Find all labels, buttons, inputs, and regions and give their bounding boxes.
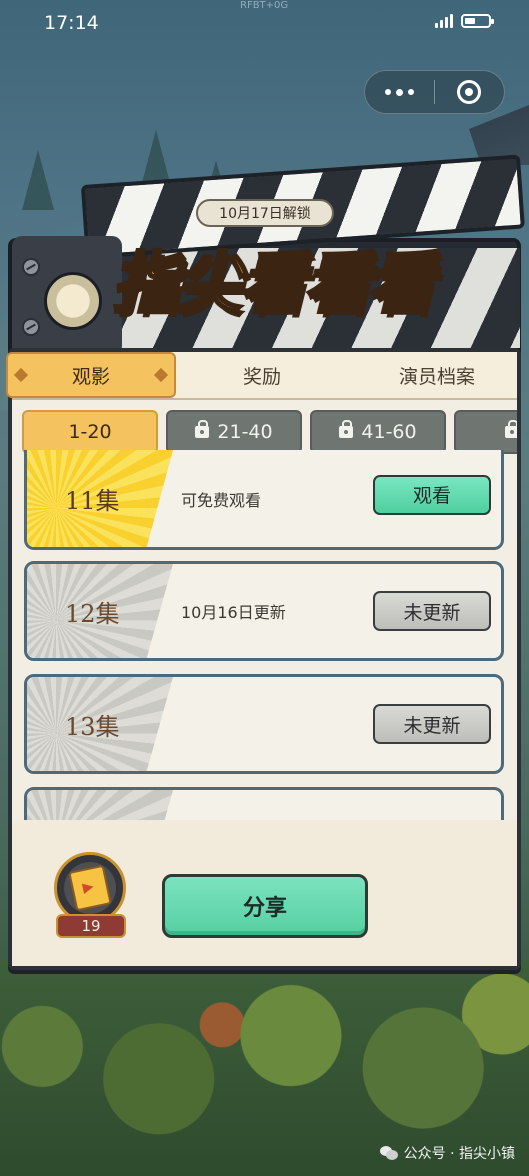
- lock-icon: [339, 420, 354, 438]
- target-icon: [457, 80, 482, 104]
- tab-label: 演员档案: [398, 365, 475, 388]
- episode-list-area: 1-20 21-40 41-60 6 11集 可免费观看 观看 12集 10月1…: [12, 400, 517, 820]
- range-label: 41-60: [361, 421, 417, 443]
- range-label: 1-20: [68, 421, 112, 443]
- ticket-counter[interactable]: 19: [50, 850, 130, 940]
- tab-watch[interactable]: 观影: [6, 352, 176, 398]
- episode-range-selector: 1-20 21-40 41-60 6: [22, 410, 517, 454]
- range-tab-61[interactable]: 6: [454, 410, 517, 454]
- tab-bar: 观影 奖励 演员档案: [6, 352, 517, 400]
- range-tab-1-20[interactable]: 1-20: [22, 410, 158, 454]
- episode-card-13: 13集 未更新: [24, 674, 504, 774]
- episode-status-text: 10月16日更新: [181, 603, 286, 622]
- close-miniprogram-button[interactable]: [435, 80, 504, 104]
- range-tab-41-60[interactable]: 41-60: [310, 410, 446, 454]
- tab-actor-profiles[interactable]: 演员档案: [367, 352, 507, 398]
- episode-status-text: 可免费观看: [181, 490, 262, 510]
- share-button[interactable]: 分享: [162, 874, 368, 938]
- screw-icon: [22, 318, 40, 336]
- unlock-date-badge: 10月17日解锁: [196, 199, 334, 227]
- wechat-icon: [379, 1146, 398, 1160]
- page-title: 指尖看看看: [111, 243, 436, 324]
- background-pine: [22, 150, 54, 210]
- episode-card-12: 12集 10月16日更新 未更新: [24, 561, 504, 661]
- episode-card-11: 11集 可免费观看 观看: [24, 450, 504, 550]
- signal-icon: [435, 14, 453, 28]
- lock-icon: [195, 420, 210, 438]
- status-center-text: RFBT+0G: [240, 0, 289, 11]
- tab-label: 奖励: [242, 365, 281, 388]
- range-tab-21-40[interactable]: 21-40: [166, 410, 302, 454]
- lock-icon: [504, 420, 517, 438]
- battery-icon: [461, 14, 494, 28]
- tab-label: 观影: [71, 365, 110, 388]
- not-updated-button[interactable]: 未更新: [373, 591, 491, 631]
- more-menu-button[interactable]: [365, 88, 434, 96]
- episode-number-badge: 13集: [27, 677, 173, 771]
- ticket-count: 19: [56, 914, 126, 938]
- episode-number-badge: 11集: [27, 450, 173, 547]
- status-time: 17:14: [44, 12, 99, 34]
- watermark: 公众号 · 指尖小镇: [379, 1143, 515, 1163]
- watermark-text: 公众号 · 指尖小镇: [403, 1146, 515, 1162]
- episode-number-badge: [27, 790, 173, 820]
- range-label: 21-40: [217, 421, 273, 443]
- status-bar: 17:14 RFBT+0G: [0, 0, 529, 48]
- not-updated-button[interactable]: 未更新: [373, 704, 491, 744]
- tab-rewards[interactable]: 奖励: [192, 352, 332, 398]
- episode-card-partial: [24, 787, 504, 820]
- screw-icon: [22, 258, 40, 276]
- episode-number-badge: 12集: [27, 564, 173, 658]
- status-icons: [435, 14, 494, 28]
- watch-button[interactable]: 观看: [373, 474, 491, 515]
- miniprogram-capsule: [364, 70, 505, 114]
